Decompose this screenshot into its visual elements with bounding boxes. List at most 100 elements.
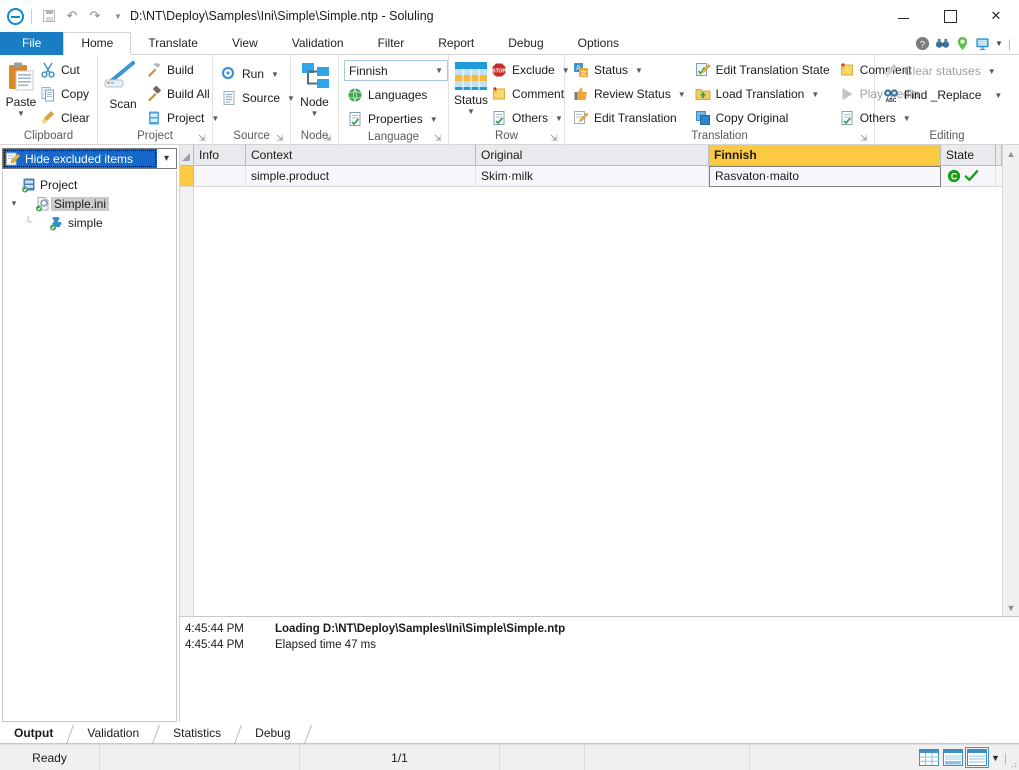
status-menu-caret[interactable]: ▼ (467, 108, 475, 116)
cell-info[interactable] (194, 166, 246, 187)
tab-debug[interactable]: Debug (245, 723, 300, 744)
row-header-indicator[interactable] (180, 166, 194, 187)
row-dialog-launcher[interactable]: ⇲ (550, 133, 560, 143)
properties-button[interactable]: Properties ▼ (344, 108, 442, 130)
undo-icon[interactable]: ↶ (62, 6, 82, 26)
copy-original-button[interactable]: Copy Original (692, 107, 834, 129)
tab-filter[interactable]: Filter (361, 32, 422, 55)
cell-state[interactable]: C (941, 166, 996, 187)
close-button[interactable]: ✕ (973, 0, 1019, 32)
output-log[interactable]: 4:45:44 PM Loading D:\NT\Deploy\Samples\… (180, 617, 1019, 722)
column-header-finnish[interactable]: Finnish (709, 145, 941, 166)
form-view-icon[interactable] (964, 747, 989, 768)
status-button[interactable]: Status ▼ (454, 59, 488, 116)
build-all-button[interactable]: Build All (143, 83, 223, 105)
exclude-button[interactable]: STOP Exclude ▼ (488, 59, 574, 81)
column-header-state[interactable]: State (941, 145, 996, 166)
node-menu-caret[interactable]: ▼ (311, 110, 319, 118)
translation-grid[interactable]: Info Context Original Finnish State simp… (180, 145, 1002, 616)
grid-vertical-scrollbar[interactable]: ▲ ▼ (1002, 145, 1019, 616)
translation-dialog-launcher[interactable]: ⇲ (860, 133, 870, 143)
row-comment-button[interactable]: Comment (488, 83, 574, 105)
tab-validation[interactable]: Validation (275, 32, 361, 55)
soluling-logo-icon[interactable] (7, 7, 24, 25)
languages-button[interactable]: Languages (344, 84, 442, 106)
build-button[interactable]: Build (143, 59, 223, 81)
minimize-button[interactable] (881, 0, 927, 32)
clear-button[interactable]: Clear (37, 107, 94, 129)
project-tree[interactable]: Project ▾ Simple.ini └ simple (2, 171, 177, 722)
ribbon-options-icon[interactable]: ▼ (995, 39, 1003, 48)
tab-statistics[interactable]: Statistics (163, 723, 231, 744)
row-others-button[interactable]: Others ▼ (488, 107, 574, 129)
tree-node-project[interactable]: Project (3, 175, 176, 194)
help-icon[interactable]: ? (915, 36, 930, 51)
load-translation-button[interactable]: Load Translation ▼ (692, 83, 834, 105)
scroll-down-icon[interactable]: ▼ (1003, 599, 1019, 616)
translation-status-menu-caret[interactable]: ▼ (635, 66, 643, 75)
find-replace-button[interactable]: ABC Find _Replace ▼ (880, 84, 1006, 106)
save-icon[interactable] (39, 6, 59, 26)
monitor-icon[interactable] (975, 36, 990, 51)
review-status-button[interactable]: Review Status ▼ (570, 83, 690, 105)
project-dialog-launcher[interactable]: ⇲ (198, 133, 208, 143)
scan-button[interactable]: Scan (103, 59, 143, 111)
grid-select-all-corner[interactable] (180, 145, 194, 166)
find-replace-menu-caret[interactable]: ▼ (994, 91, 1002, 100)
run-menu-caret[interactable]: ▼ (271, 70, 279, 79)
review-status-menu-caret[interactable]: ▼ (678, 90, 686, 99)
column-header-info[interactable]: Info (194, 145, 246, 166)
tree-node-simple[interactable]: └ simple (3, 213, 176, 232)
source-button[interactable]: Source ▼ (218, 87, 299, 109)
language-select[interactable]: Finnish ▼ (344, 60, 448, 81)
node-button[interactable]: Node ▼ (296, 59, 333, 118)
tab-debug[interactable]: Debug (491, 32, 560, 55)
source-dialog-launcher[interactable]: ⇲ (276, 133, 286, 143)
edit-translation-state-button[interactable]: Edit Translation State (692, 59, 834, 81)
tree-expander-simple-ini[interactable]: ▾ (7, 198, 21, 209)
hide-excluded-items-combo[interactable]: Hide excluded items ▾ (2, 148, 177, 169)
properties-menu-caret[interactable]: ▼ (430, 115, 438, 124)
load-translation-menu-caret[interactable]: ▼ (811, 90, 819, 99)
clear-statuses-button[interactable]: Clear statuses ▼ (880, 60, 1006, 82)
location-pin-icon[interactable] (955, 36, 970, 51)
tab-view[interactable]: View (215, 32, 275, 55)
clear-statuses-menu-caret[interactable]: ▼ (988, 67, 996, 76)
binoculars-icon[interactable] (935, 36, 950, 51)
tab-file[interactable]: File (0, 32, 64, 55)
language-dialog-launcher[interactable]: ⇲ (434, 133, 444, 143)
run-button[interactable]: Run ▼ (218, 63, 299, 85)
paste-menu-caret[interactable]: ▼ (17, 110, 25, 118)
translation-status-button[interactable]: A 文 Status ▼ (570, 59, 690, 81)
tab-validation[interactable]: Validation (77, 723, 149, 744)
maximize-button[interactable] (927, 0, 973, 32)
cell-original[interactable]: Skim·milk (476, 166, 709, 187)
customize-qat-icon[interactable]: ▼ (108, 6, 128, 26)
grid-empty-area[interactable] (180, 187, 1002, 616)
paste-button[interactable]: Paste ▼ (5, 59, 37, 118)
resize-grip[interactable] (1007, 758, 1017, 768)
redo-icon[interactable]: ↷ (85, 6, 105, 26)
scroll-up-icon[interactable]: ▲ (1003, 145, 1019, 162)
column-header-context[interactable]: Context (246, 145, 476, 166)
row-others-menu-caret[interactable]: ▼ (555, 114, 563, 123)
chevron-down-icon[interactable]: ▼ (435, 66, 443, 75)
node-dialog-launcher[interactable]: ⇲ (324, 133, 334, 143)
cell-finnish[interactable]: Rasvaton·maito (709, 166, 941, 187)
project-button[interactable]: Project ▼ (143, 107, 223, 129)
view-options-icon[interactable]: ▼ (991, 753, 1000, 763)
grid-view-icon[interactable] (918, 749, 939, 766)
copy-button[interactable]: Copy (37, 83, 94, 105)
split-view-icon[interactable] (942, 749, 963, 766)
edit-translation-button[interactable]: Edit Translation (570, 107, 690, 129)
chevron-down-icon[interactable]: ▾ (157, 149, 176, 168)
cut-button[interactable]: Cut (37, 59, 94, 81)
cell-context[interactable]: simple.product (246, 166, 476, 187)
tab-home[interactable]: Home (63, 32, 132, 55)
tab-report[interactable]: Report (421, 32, 491, 55)
tab-options[interactable]: Options (561, 32, 636, 55)
column-header-original[interactable]: Original (476, 145, 709, 166)
table-row[interactable]: simple.product Skim·milk Rasvaton·maito … (180, 166, 1002, 187)
tree-node-simple-ini[interactable]: ▾ Simple.ini (3, 194, 176, 213)
tab-translate[interactable]: Translate (131, 32, 215, 55)
